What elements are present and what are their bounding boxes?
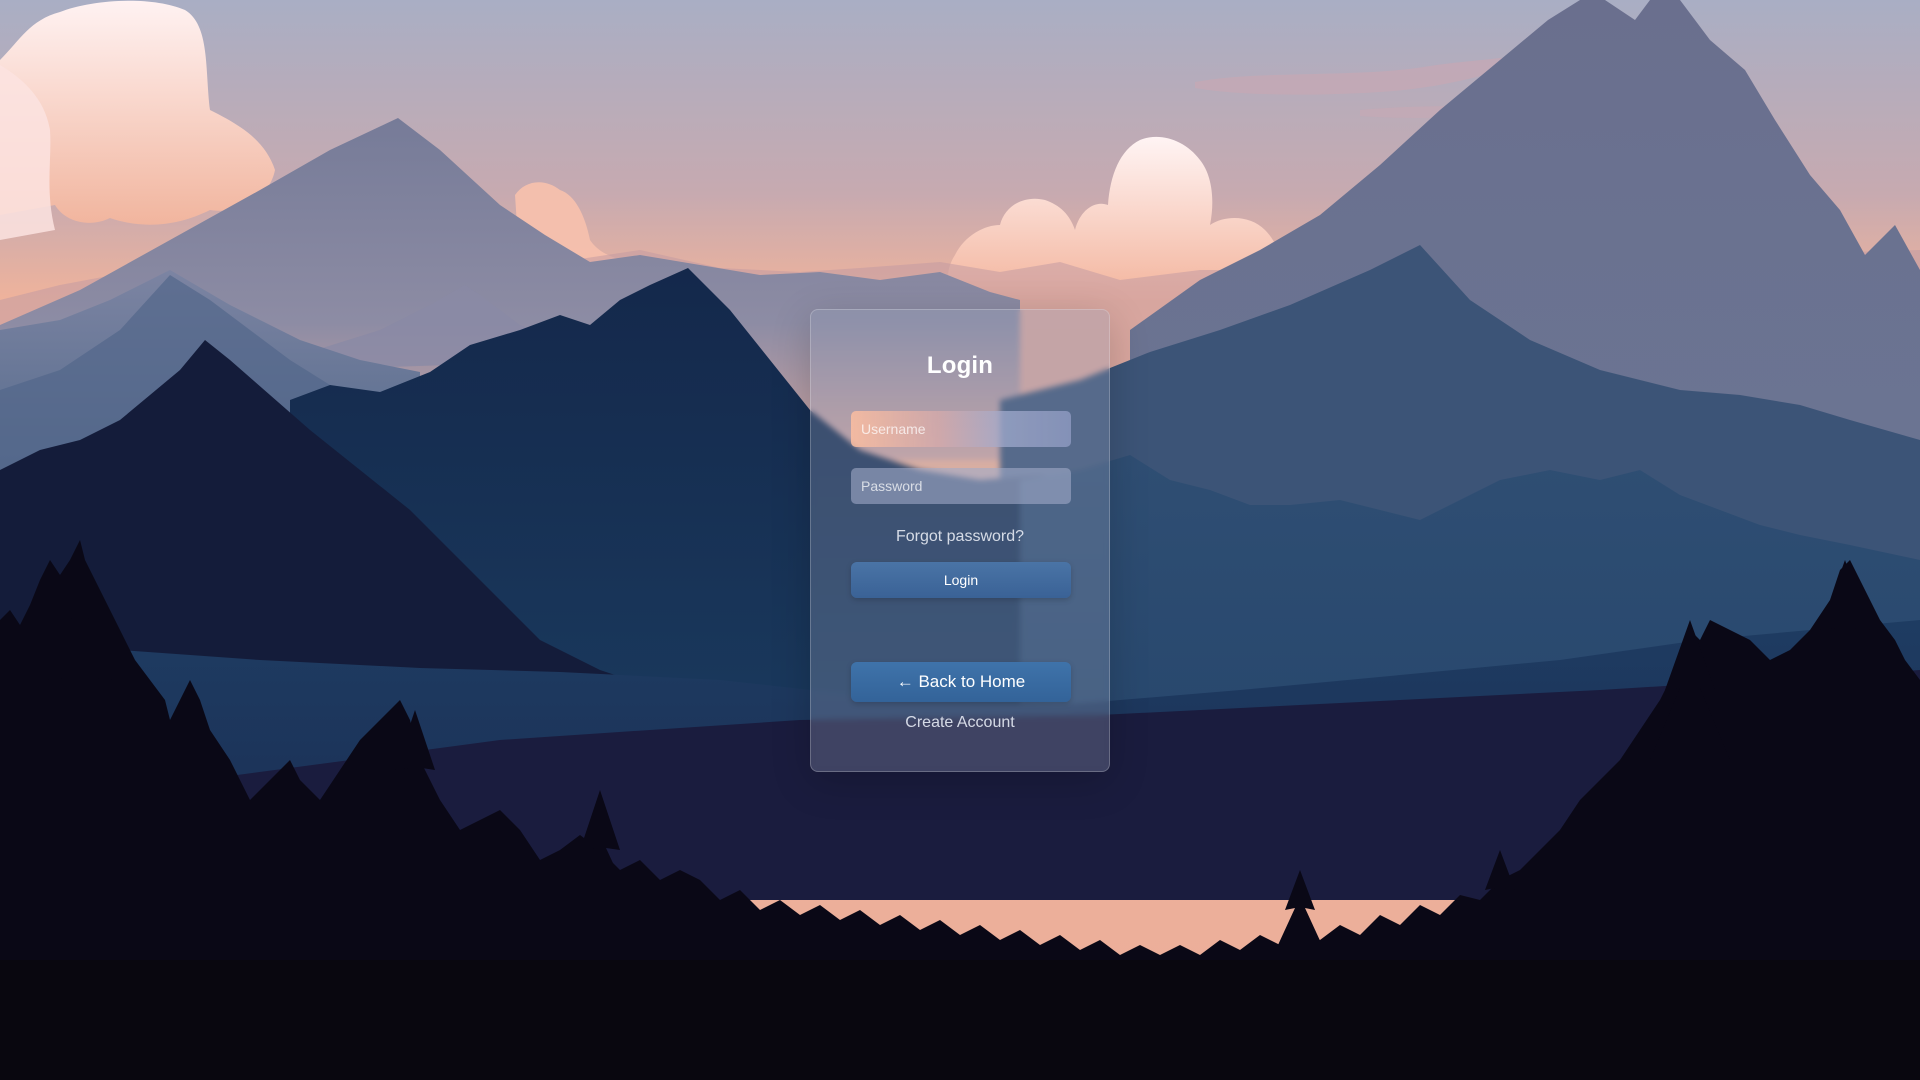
create-account-link[interactable]: Create Account (811, 714, 1109, 732)
username-input[interactable] (851, 411, 1071, 447)
login-button[interactable]: Login (851, 562, 1071, 598)
login-title: Login (926, 352, 994, 379)
login-card: Login Forgot password? Login ← Back to H… (810, 309, 1110, 772)
back-to-home-button[interactable]: ← Back to Home (851, 662, 1071, 702)
forgot-password-link[interactable]: Forgot password? (811, 528, 1109, 546)
password-input[interactable] (851, 468, 1071, 504)
